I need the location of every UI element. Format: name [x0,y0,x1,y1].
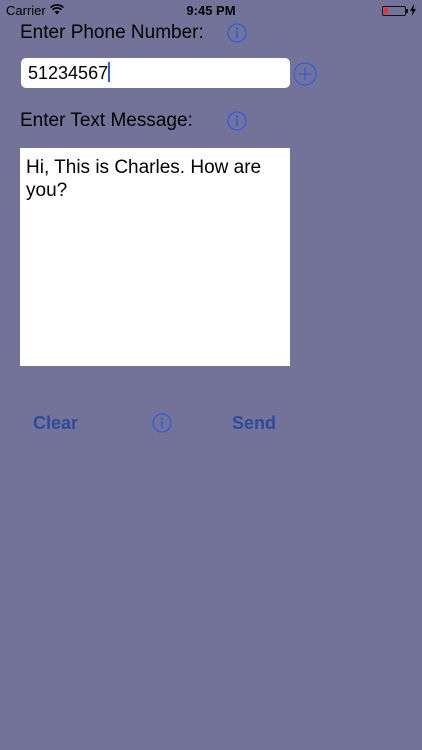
message-label: Enter Text Message: [20,110,193,131]
phone-label: Enter Phone Number: [20,22,204,43]
info-icon[interactable] [227,23,247,43]
phone-number-field[interactable]: 51234567 [21,58,290,88]
clear-button[interactable]: Clear [33,413,78,434]
phone-number-value: 51234567 [28,63,109,83]
message-text: Hi, This is Charles. How are you? [26,157,262,201]
battery-icon [382,6,406,16]
message-textarea[interactable]: Hi, This is Charles. How are you? [20,148,290,366]
info-icon[interactable] [227,111,247,131]
battery-nub [406,9,408,13]
battery-level [384,8,388,14]
send-button[interactable]: Send [232,413,276,434]
text-cursor [108,62,111,82]
info-icon[interactable] [152,413,172,433]
status-bar: Carrier 9:45 PM [0,0,422,22]
lightning-bolt-icon [410,4,416,16]
clock: 9:45 PM [186,3,236,18]
add-contact-icon[interactable] [293,62,317,86]
